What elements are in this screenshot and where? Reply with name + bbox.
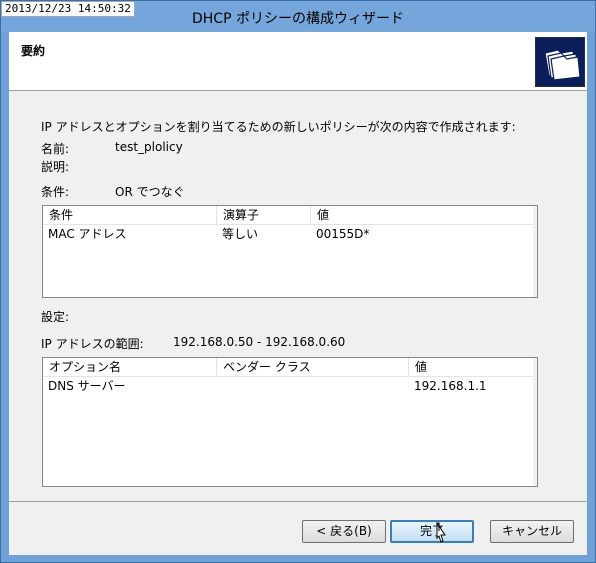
timestamp-overlay: 2013/12/23 14:50:32: [1, 1, 135, 17]
finish-button[interactable]: 完了: [390, 520, 474, 543]
condition-label: 条件:: [41, 185, 70, 199]
condition-value: OR でつなぐ: [115, 185, 185, 199]
wizard-client-area: 要約 IP アドレスとオプションを割り当てるための新しいポリシーが次の内容で作成…: [9, 32, 587, 555]
mouse-pointer-icon: [433, 521, 449, 546]
name-value: test_plolicy: [115, 140, 183, 154]
conditions-list-header: 条件 演算子 値: [43, 206, 537, 225]
cell-value: 00155D*: [316, 227, 370, 241]
column-header-option-name[interactable]: オプション名: [43, 358, 217, 376]
description-label: 説明:: [41, 160, 70, 174]
column-header-value[interactable]: 値: [311, 206, 537, 224]
options-scrollbar[interactable]: [533, 358, 537, 486]
cell-operator: 等しい: [222, 227, 259, 241]
wizard-header: 要約: [9, 32, 587, 91]
ip-range-value: 192.168.0.50 - 192.168.0.60: [173, 335, 346, 349]
footer-divider: [9, 501, 587, 502]
column-header-condition[interactable]: 条件: [43, 206, 217, 224]
conditions-list[interactable]: 条件 演算子 値 MAC アドレス 等しい 00155D*: [42, 205, 538, 298]
column-header-vendor-class[interactable]: ベンダー クラス: [217, 358, 409, 376]
back-button[interactable]: < 戻る(B): [302, 520, 386, 543]
conditions-scrollbar[interactable]: [533, 206, 537, 297]
name-label: 名前:: [41, 142, 70, 156]
cancel-button[interactable]: キャンセル: [490, 520, 574, 543]
page-title: 要約: [21, 44, 46, 58]
options-list[interactable]: オプション名 ベンダー クラス 値 DNS サーバー 192.168.1.1: [42, 357, 538, 487]
summary-intro: IP アドレスとオプションを割り当てるための新しいポリシーが次の内容で作成されま…: [41, 120, 516, 134]
wizard-window: DHCP ポリシーの構成ウィザード 2013/12/23 14:50:32 要約…: [0, 0, 596, 563]
options-list-header: オプション名 ベンダー クラス 値: [43, 358, 537, 377]
column-header-operator[interactable]: 演算子: [217, 206, 311, 224]
cell-condition: MAC アドレス: [48, 227, 127, 241]
cell-vendor-class: [217, 377, 222, 395]
cell-option-value: 192.168.1.1: [414, 379, 487, 393]
folders-icon: [535, 37, 585, 87]
settings-label: 設定:: [41, 310, 70, 324]
cell-option-name: DNS サーバー: [48, 379, 126, 393]
column-header-option-value[interactable]: 値: [409, 358, 537, 376]
ip-range-label: IP アドレスの範囲:: [41, 337, 144, 351]
